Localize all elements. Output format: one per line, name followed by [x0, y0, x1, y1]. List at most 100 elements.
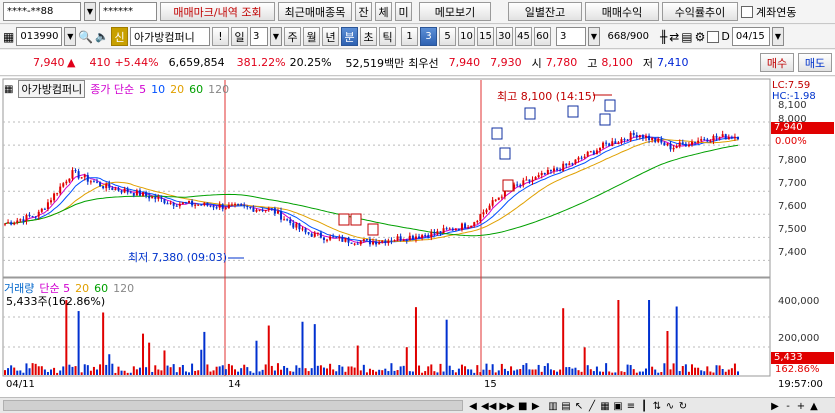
ma-120-label[interactable]: 120: [208, 83, 229, 96]
volume-bar: [497, 370, 500, 375]
buy-signal-marker[interactable]: [367, 223, 379, 236]
scroll-left-icon[interactable]: ◀: [468, 401, 478, 412]
sell-signal-marker[interactable]: [524, 107, 536, 120]
scroll-track[interactable]: [3, 400, 463, 411]
print-icon[interactable]: ▣: [613, 401, 623, 412]
candle-body: [706, 139, 709, 142]
ma-legend-label[interactable]: 종가 단순: [90, 81, 134, 97]
indicator-icon[interactable]: ∿: [665, 401, 675, 412]
sound-icon[interactable]: 🔈: [95, 30, 109, 43]
minute-option-1[interactable]: 1: [401, 27, 418, 46]
candle-icon[interactable]: ┃: [639, 401, 649, 412]
date-dropdown[interactable]: ▼: [771, 27, 784, 46]
date-checkbox[interactable]: [707, 30, 720, 43]
price-volume-chart[interactable]: [0, 77, 835, 397]
buy-button[interactable]: 매수: [760, 53, 794, 72]
zoom-out-button[interactable]: -: [783, 401, 793, 412]
volume-bar: [181, 364, 184, 375]
tab-week[interactable]: 주: [284, 27, 301, 46]
volume-bar: [99, 364, 102, 375]
buy-signal-marker[interactable]: [338, 213, 350, 226]
volume-bar: [737, 371, 739, 375]
scroll-end-icon[interactable]: ▶: [770, 401, 780, 412]
volume-bar: [644, 368, 647, 375]
sell-signal-marker[interactable]: [599, 113, 611, 126]
date-input[interactable]: 04/15: [731, 27, 770, 46]
expand-icon[interactable]: ▲: [809, 401, 819, 412]
trade-mark-button[interactable]: 매매마크/내역 조회: [160, 2, 275, 21]
sell-signal-marker[interactable]: [604, 99, 616, 112]
tab-second[interactable]: 초: [360, 27, 377, 46]
buy-signal-marker[interactable]: [502, 179, 514, 192]
stock-code-dropdown[interactable]: ▼: [64, 27, 77, 46]
split-icon[interactable]: ⇄: [669, 30, 679, 44]
search-icon[interactable]: 🔍: [78, 30, 93, 44]
account-dropdown[interactable]: ▼: [84, 2, 96, 21]
password-input[interactable]: ******: [99, 2, 157, 21]
line-chart-icon[interactable]: ▤: [561, 401, 571, 412]
profit-trend-button[interactable]: 수익률추이: [662, 2, 738, 21]
table-icon[interactable]: ▦: [600, 401, 610, 412]
compare-icon[interactable]: ⇅: [652, 401, 662, 412]
panel-grid-icon[interactable]: ▦: [4, 84, 13, 95]
tab-day[interactable]: 일: [231, 27, 248, 46]
scroll-fast-right-icon[interactable]: ▶▶: [499, 401, 514, 412]
crosshair-icon[interactable]: ╫: [660, 30, 667, 44]
minute-option-60[interactable]: 60: [534, 27, 551, 46]
account-link-checkbox[interactable]: [741, 5, 753, 18]
minute-option-10[interactable]: 10: [458, 27, 475, 46]
period-value-input[interactable]: 3: [250, 27, 268, 46]
period-dropdown[interactable]: ▼: [270, 27, 282, 46]
minute-option-30[interactable]: 30: [496, 27, 513, 46]
grid-icon[interactable]: ▦: [3, 30, 14, 44]
trade-profit-button[interactable]: 매매수익: [585, 2, 659, 21]
warning-button[interactable]: !: [212, 27, 229, 46]
ma-60-label[interactable]: 60: [189, 83, 203, 96]
candle-body: [252, 207, 255, 212]
count-input[interactable]: 3: [556, 27, 586, 46]
sell-button[interactable]: 매도: [798, 53, 832, 72]
scroll-bar[interactable]: ◀ ◀◀ ▶▶ ■ ▶ ▥ ▤ ↖ ╱ ▦ ▣ ≡ ┃ ⇅ ∿ ↻ ▶ - + …: [0, 397, 835, 413]
executed-button[interactable]: 체: [375, 2, 392, 21]
memo-button[interactable]: 메모보기: [419, 2, 491, 21]
trend-icon[interactable]: ╱: [587, 401, 597, 412]
account-input[interactable]: ****-**88: [3, 2, 81, 21]
tab-year[interactable]: 년: [322, 27, 339, 46]
tab-month[interactable]: 월: [303, 27, 320, 46]
sell-signal-marker[interactable]: [499, 147, 511, 160]
stop-icon[interactable]: ■: [518, 401, 528, 412]
minute-option-15[interactable]: 15: [477, 27, 494, 46]
play-icon[interactable]: ▶: [531, 401, 541, 412]
zoom-in-button[interactable]: +: [796, 401, 806, 412]
recent-stocks-button[interactable]: 최근매매종목: [278, 2, 352, 21]
daily-balance-button[interactable]: 일별잔고: [508, 2, 582, 21]
cursor-icon[interactable]: ↖: [574, 401, 584, 412]
sell-signal-marker[interactable]: [567, 105, 579, 118]
volume-bar: [77, 311, 80, 375]
tab-minute[interactable]: 분: [341, 27, 358, 46]
refresh-icon[interactable]: ↻: [678, 401, 688, 412]
volume-bar: [316, 365, 319, 375]
balance-button[interactable]: 잔: [355, 2, 372, 21]
minute-option-3[interactable]: 3: [420, 27, 437, 46]
volume-bar: [629, 365, 632, 375]
count-dropdown[interactable]: ▼: [588, 27, 600, 46]
ma-10-label[interactable]: 10: [151, 83, 165, 96]
minute-option-5[interactable]: 5: [439, 27, 456, 46]
sell-signal-marker[interactable]: [491, 127, 503, 140]
minute-option-45[interactable]: 45: [515, 27, 532, 46]
fib-icon[interactable]: ≡: [626, 401, 636, 412]
volume-bar: [338, 365, 341, 375]
unexecuted-button[interactable]: 미: [395, 2, 412, 21]
scroll-fast-left-icon[interactable]: ◀◀: [481, 401, 496, 412]
chart-area[interactable]: ▦ 아가방컴퍼니 종가 단순 5 10 20 60 120 LC:7.59 HC…: [0, 77, 835, 397]
bar-chart-icon[interactable]: ▥: [548, 401, 558, 412]
buy-signal-marker[interactable]: [350, 213, 362, 226]
tab-tick[interactable]: 틱: [379, 27, 396, 46]
stock-code-input[interactable]: 013990: [16, 27, 63, 46]
ma-5-label[interactable]: 5: [139, 83, 146, 96]
gear-icon[interactable]: ⚙: [695, 30, 706, 44]
ma-20-label[interactable]: 20: [170, 83, 184, 96]
volume-ma-120[interactable]: 120: [113, 282, 134, 295]
save-icon[interactable]: ▤: [681, 30, 692, 44]
